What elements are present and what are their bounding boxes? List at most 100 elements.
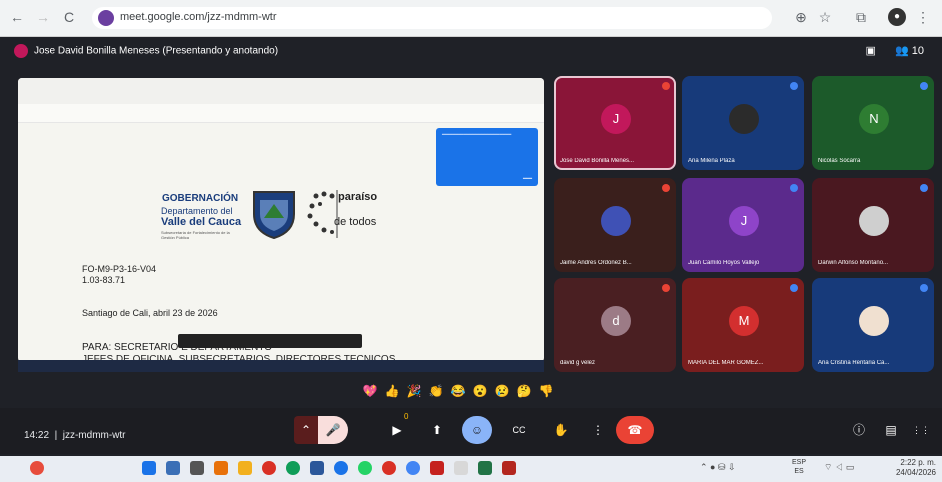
task-view-icon[interactable] bbox=[190, 461, 204, 475]
address-bar[interactable]: meet.google.com/jzz-mdmm-wtr bbox=[92, 7, 772, 29]
back-icon[interactable]: ← bbox=[8, 8, 26, 26]
search-icon[interactable] bbox=[166, 461, 180, 475]
people-icon[interactable]: 👥 bbox=[895, 45, 909, 57]
annotation-toolbar[interactable] bbox=[178, 334, 362, 348]
url-text: meet.google.com/jzz-mdmm-wtr bbox=[120, 11, 277, 23]
muted-mic-icon bbox=[920, 184, 928, 192]
forward-icon[interactable]: → bbox=[34, 8, 52, 26]
pdf-icon[interactable] bbox=[430, 461, 444, 475]
activities-button[interactable]: ⋮⋮ bbox=[910, 416, 932, 444]
chat-button[interactable]: ▤ bbox=[880, 416, 902, 444]
participant-avatar bbox=[859, 206, 889, 236]
star-icon[interactable]: ☆ bbox=[816, 8, 834, 26]
reaction-icon[interactable]: 😮 bbox=[472, 383, 488, 399]
paraiso-title: paraíso bbox=[338, 191, 378, 203]
participant-tile[interactable]: Ana Cristina Rentaria Ca... bbox=[812, 278, 934, 372]
reload-icon[interactable]: C bbox=[60, 8, 78, 26]
reaction-icon[interactable]: 😂 bbox=[450, 383, 466, 399]
language-indicator[interactable]: ESP ES bbox=[792, 458, 806, 476]
edge-icon[interactable] bbox=[334, 461, 348, 475]
system-clock[interactable]: 2:22 p. m. 24/04/2026 bbox=[886, 458, 936, 478]
reaction-icon[interactable]: 👍 bbox=[384, 383, 400, 399]
participant-tile[interactable]: Darwin Alfonso Montaño... bbox=[812, 178, 934, 272]
weather-icon[interactable] bbox=[30, 461, 44, 475]
app-icon[interactable] bbox=[214, 461, 228, 475]
shared-doc-toolbar bbox=[18, 78, 544, 105]
participant-name: Jaime Andres Ordoñez B... bbox=[560, 260, 632, 266]
participant-count: 10 bbox=[911, 45, 924, 57]
info-icon: ⓘ bbox=[852, 423, 865, 437]
tray-icons[interactable]: ⌃ ● ⛁ ⇩ bbox=[700, 462, 736, 473]
gob-title: GOBERNACIÓN bbox=[162, 193, 239, 204]
presenter-avatar bbox=[14, 44, 28, 58]
muted-mic-icon bbox=[790, 82, 798, 90]
hangup-icon: ☎ bbox=[627, 423, 643, 437]
participant-tile[interactable]: J Jose David Bonilla Menes... bbox=[554, 76, 676, 170]
doc-number: 1.03-83.71 bbox=[82, 275, 126, 285]
participant-tile[interactable]: J Juan Camilo Hoyos Vallejo bbox=[682, 178, 804, 272]
chrome-icon[interactable] bbox=[286, 461, 300, 475]
profile-icon[interactable]: ● bbox=[888, 8, 906, 26]
participant-avatar bbox=[601, 206, 631, 236]
captions-icon: CC bbox=[512, 425, 526, 435]
camera-icon: ▶ bbox=[392, 423, 402, 437]
raise-hand-button[interactable]: ✋ bbox=[548, 416, 574, 444]
whatsapp-icon[interactable] bbox=[358, 461, 372, 475]
reaction-icon[interactable]: 👎 bbox=[538, 383, 554, 399]
chrome-icon[interactable] bbox=[406, 461, 420, 475]
more-icon: ⋮ bbox=[592, 423, 604, 437]
mic-button[interactable]: 🎤 bbox=[318, 416, 348, 444]
leave-call-button[interactable]: ☎ bbox=[616, 416, 654, 444]
mic-off-icon: 🎤 bbox=[325, 423, 341, 437]
popup-button: ━━━ bbox=[522, 176, 532, 182]
participant-tile[interactable]: M MARIA DEL MAR GOMEZ... bbox=[682, 278, 804, 372]
participant-tile[interactable]: Ana Milena Plaza bbox=[682, 76, 804, 170]
paraiso-subtitle: de todos bbox=[334, 216, 377, 228]
word-icon[interactable] bbox=[310, 461, 324, 475]
doc-place-date: Santiago de Cali, abril 23 de 2026 bbox=[82, 308, 218, 318]
participant-name: Ana Cristina Rentaria Ca... bbox=[818, 360, 890, 366]
more-options-button[interactable]: ⋮ bbox=[588, 416, 608, 444]
chat-icon: ▤ bbox=[885, 423, 897, 437]
clock-date: 24/04/2026 bbox=[895, 468, 936, 477]
extensions-icon[interactable]: ⧉ bbox=[852, 8, 870, 26]
reaction-icon[interactable]: 🎉 bbox=[406, 383, 422, 399]
start-icon[interactable] bbox=[142, 461, 156, 475]
reaction-icon[interactable]: 🤔 bbox=[516, 383, 532, 399]
coat-of-arms-icon bbox=[253, 191, 295, 240]
captions-button[interactable]: CC bbox=[506, 416, 532, 444]
muted-mic-icon bbox=[920, 82, 928, 90]
meeting-time-code: 14:22 | jzz-mdmm-wtr bbox=[24, 430, 126, 441]
meeting-info-button[interactable]: ⓘ bbox=[848, 416, 870, 444]
pin-icon[interactable]: ▣ bbox=[866, 45, 876, 57]
chrome-icon[interactable] bbox=[262, 461, 276, 475]
participant-avatar bbox=[729, 104, 759, 134]
emoji-button[interactable]: ☺ bbox=[462, 416, 492, 444]
app-icon[interactable] bbox=[454, 461, 468, 475]
gob-region: Valle del Cauca bbox=[161, 216, 242, 228]
reaction-icon[interactable]: 😢 bbox=[494, 383, 510, 399]
file-explorer-icon[interactable] bbox=[238, 461, 252, 475]
muted-mic-icon bbox=[662, 184, 670, 192]
muted-mic-icon bbox=[662, 82, 670, 90]
muted-mic-icon bbox=[790, 184, 798, 192]
mcafee-icon[interactable] bbox=[502, 461, 516, 475]
participant-tile[interactable]: N Nicolas Socarra bbox=[812, 76, 934, 170]
site-icon bbox=[98, 10, 114, 26]
chrome-icon[interactable] bbox=[382, 461, 396, 475]
reaction-icon[interactable]: 💖 bbox=[362, 383, 378, 399]
reaction-icon[interactable]: 👏 bbox=[428, 383, 444, 399]
participant-tile[interactable]: Jaime Andres Ordoñez B... bbox=[554, 178, 676, 272]
top-right-controls: ▣ 👥 10 bbox=[866, 44, 924, 57]
network-volume-battery-icons[interactable]: ⌔ ◁ ▭ bbox=[824, 462, 854, 473]
participant-avatar: J bbox=[601, 104, 631, 134]
browser-toolbar: ← → C meet.google.com/jzz-mdmm-wtr ⊕ ☆ ⧉… bbox=[0, 0, 942, 37]
menu-icon[interactable]: ⋮ bbox=[914, 8, 932, 26]
participant-tile[interactable]: d david g velez bbox=[554, 278, 676, 372]
excel-icon[interactable] bbox=[478, 461, 492, 475]
zoom-icon[interactable]: ⊕ bbox=[792, 8, 810, 26]
gob-subtitle: Departamento del bbox=[161, 206, 233, 216]
participant-name: Juan Camilo Hoyos Vallejo bbox=[688, 260, 760, 266]
audio-options-button[interactable]: ⌃ bbox=[294, 416, 318, 444]
present-button[interactable]: ⬆ bbox=[424, 416, 450, 444]
